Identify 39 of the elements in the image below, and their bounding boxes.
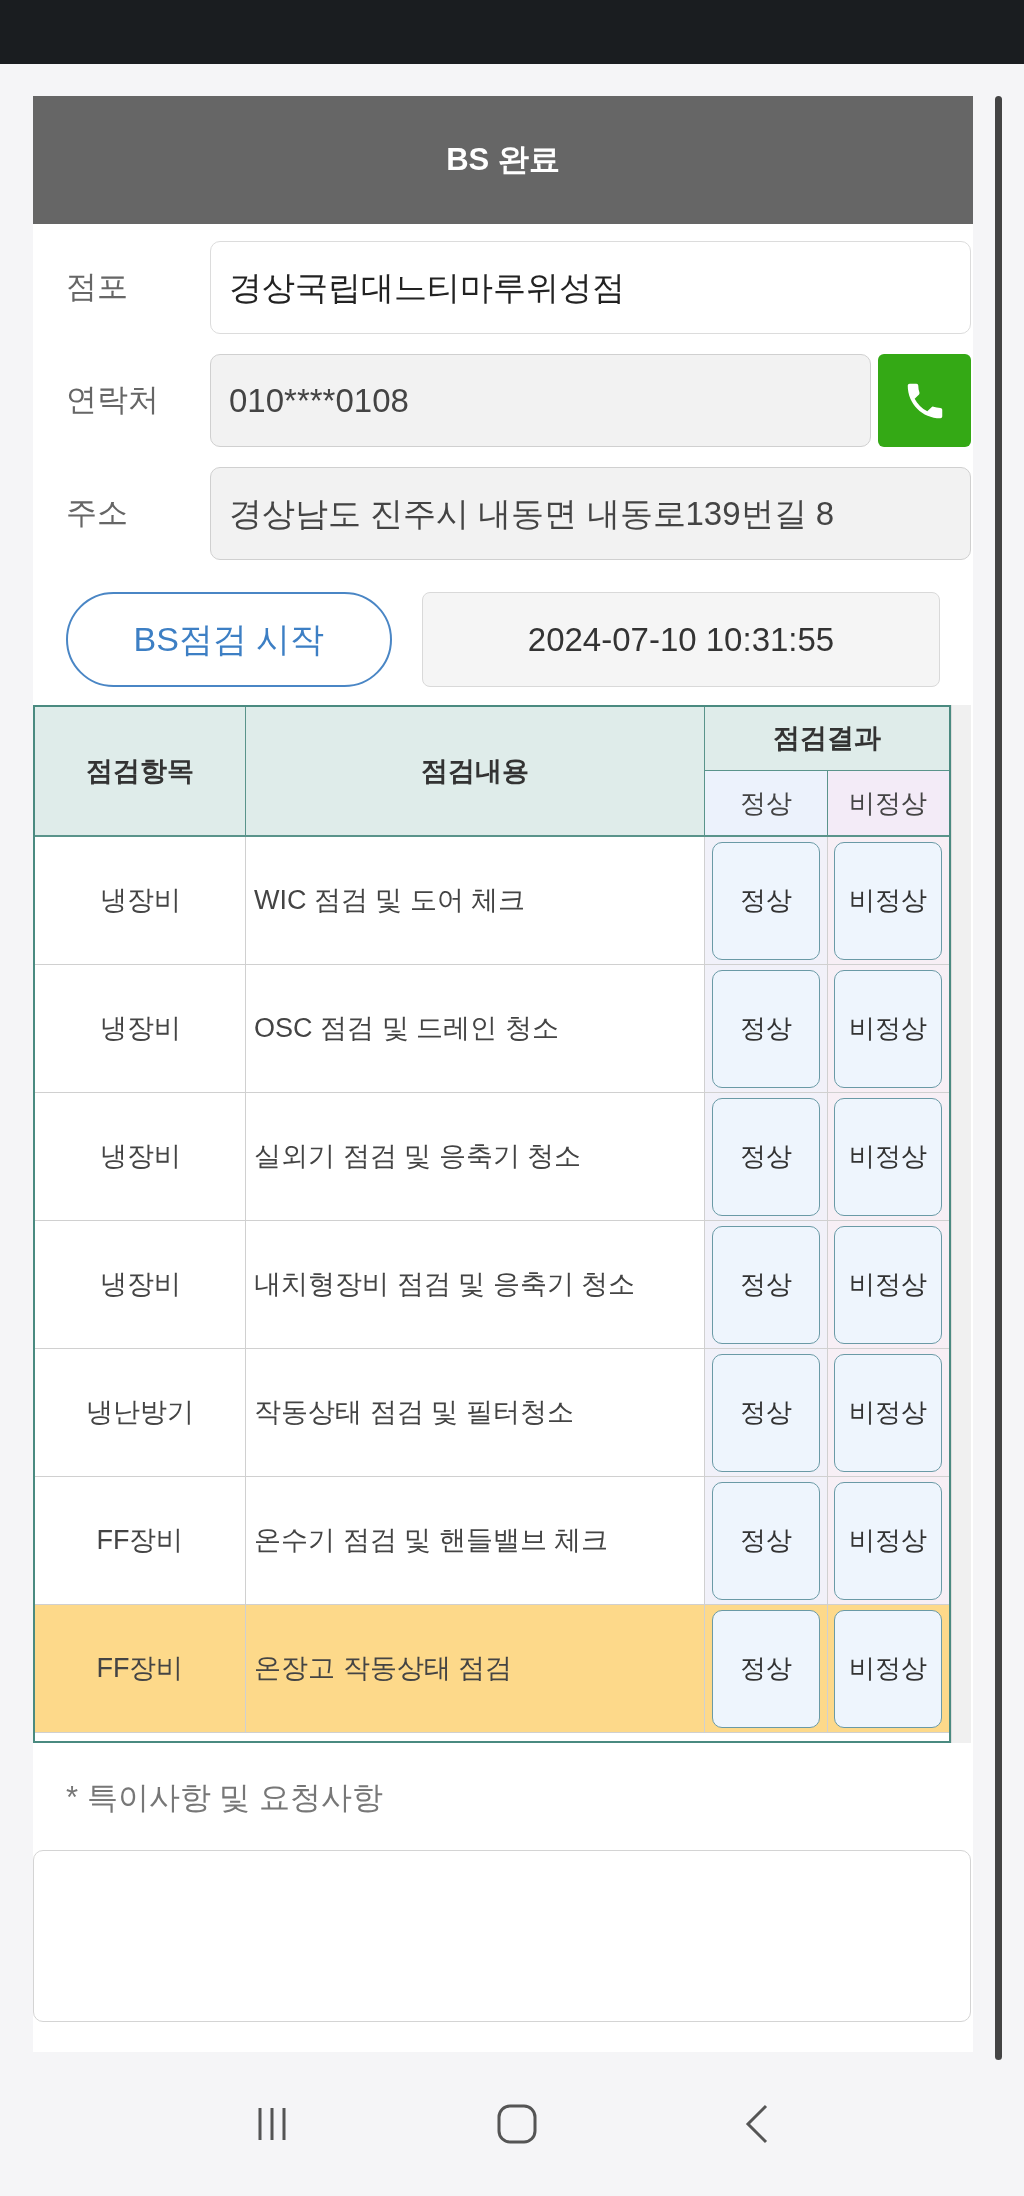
result-button[interactable]: 정상 xyxy=(711,1353,820,1472)
result-button[interactable]: 비정상 xyxy=(834,1097,943,1216)
notes-label: * 특이사항 및 요청사항 xyxy=(65,1779,384,1817)
result-button[interactable]: 비정상 xyxy=(834,1609,943,1728)
result-button[interactable]: 비정상 xyxy=(834,1225,943,1344)
table-cell: 냉장비 xyxy=(35,837,246,964)
result-button[interactable]: 비정상 xyxy=(834,1481,943,1600)
text-field[interactable]: 010****0108 xyxy=(210,354,871,447)
result-button[interactable]: 정상 xyxy=(711,969,820,1088)
dialog-title: BS 완료 xyxy=(446,140,560,179)
result-button[interactable]: 비정상 xyxy=(834,841,943,960)
table-cell: 냉장비 xyxy=(35,965,246,1092)
table-scrollbar[interactable] xyxy=(951,705,971,1743)
result-button[interactable]: 정상 xyxy=(711,1097,820,1216)
table-cell: FF장비 xyxy=(35,1477,246,1604)
table-cell: 온장고 작동상태 점검 xyxy=(246,1605,705,1732)
table-cell: FF장비 xyxy=(35,1605,246,1732)
text-field[interactable]: 경상국립대느티마루위성점 xyxy=(210,241,971,334)
field-label: 주소 xyxy=(65,494,129,533)
start-inspection-button[interactable]: BS점검 시작 xyxy=(66,592,392,687)
column-header: 정상 xyxy=(705,771,828,835)
result-button[interactable]: 비정상 xyxy=(834,969,943,1088)
table-cell: 냉장비 xyxy=(35,1093,246,1220)
table-cell: 냉난방기 xyxy=(35,1349,246,1476)
call-button[interactable] xyxy=(878,354,971,447)
home-icon[interactable] xyxy=(496,2103,538,2145)
column-header: 비정상 xyxy=(827,771,949,835)
field-label: 점포 xyxy=(65,268,129,307)
result-button[interactable]: 정상 xyxy=(711,1609,820,1728)
result-button[interactable]: 비정상 xyxy=(834,1353,943,1472)
column-header: 점검항목 xyxy=(35,707,246,835)
result-button[interactable]: 정상 xyxy=(711,841,820,960)
text-field[interactable]: 경상남도 진주시 내동면 내동로139번길 8 xyxy=(210,467,971,560)
result-button[interactable]: 정상 xyxy=(711,1225,820,1344)
field-label: 연락처 xyxy=(65,381,160,420)
notes-field[interactable] xyxy=(33,1849,971,2022)
result-button[interactable]: 정상 xyxy=(711,1481,820,1600)
table-cell: 냉장비 xyxy=(35,1221,246,1348)
start-time-field: 2024-07-10 10:31:55 xyxy=(422,592,940,687)
